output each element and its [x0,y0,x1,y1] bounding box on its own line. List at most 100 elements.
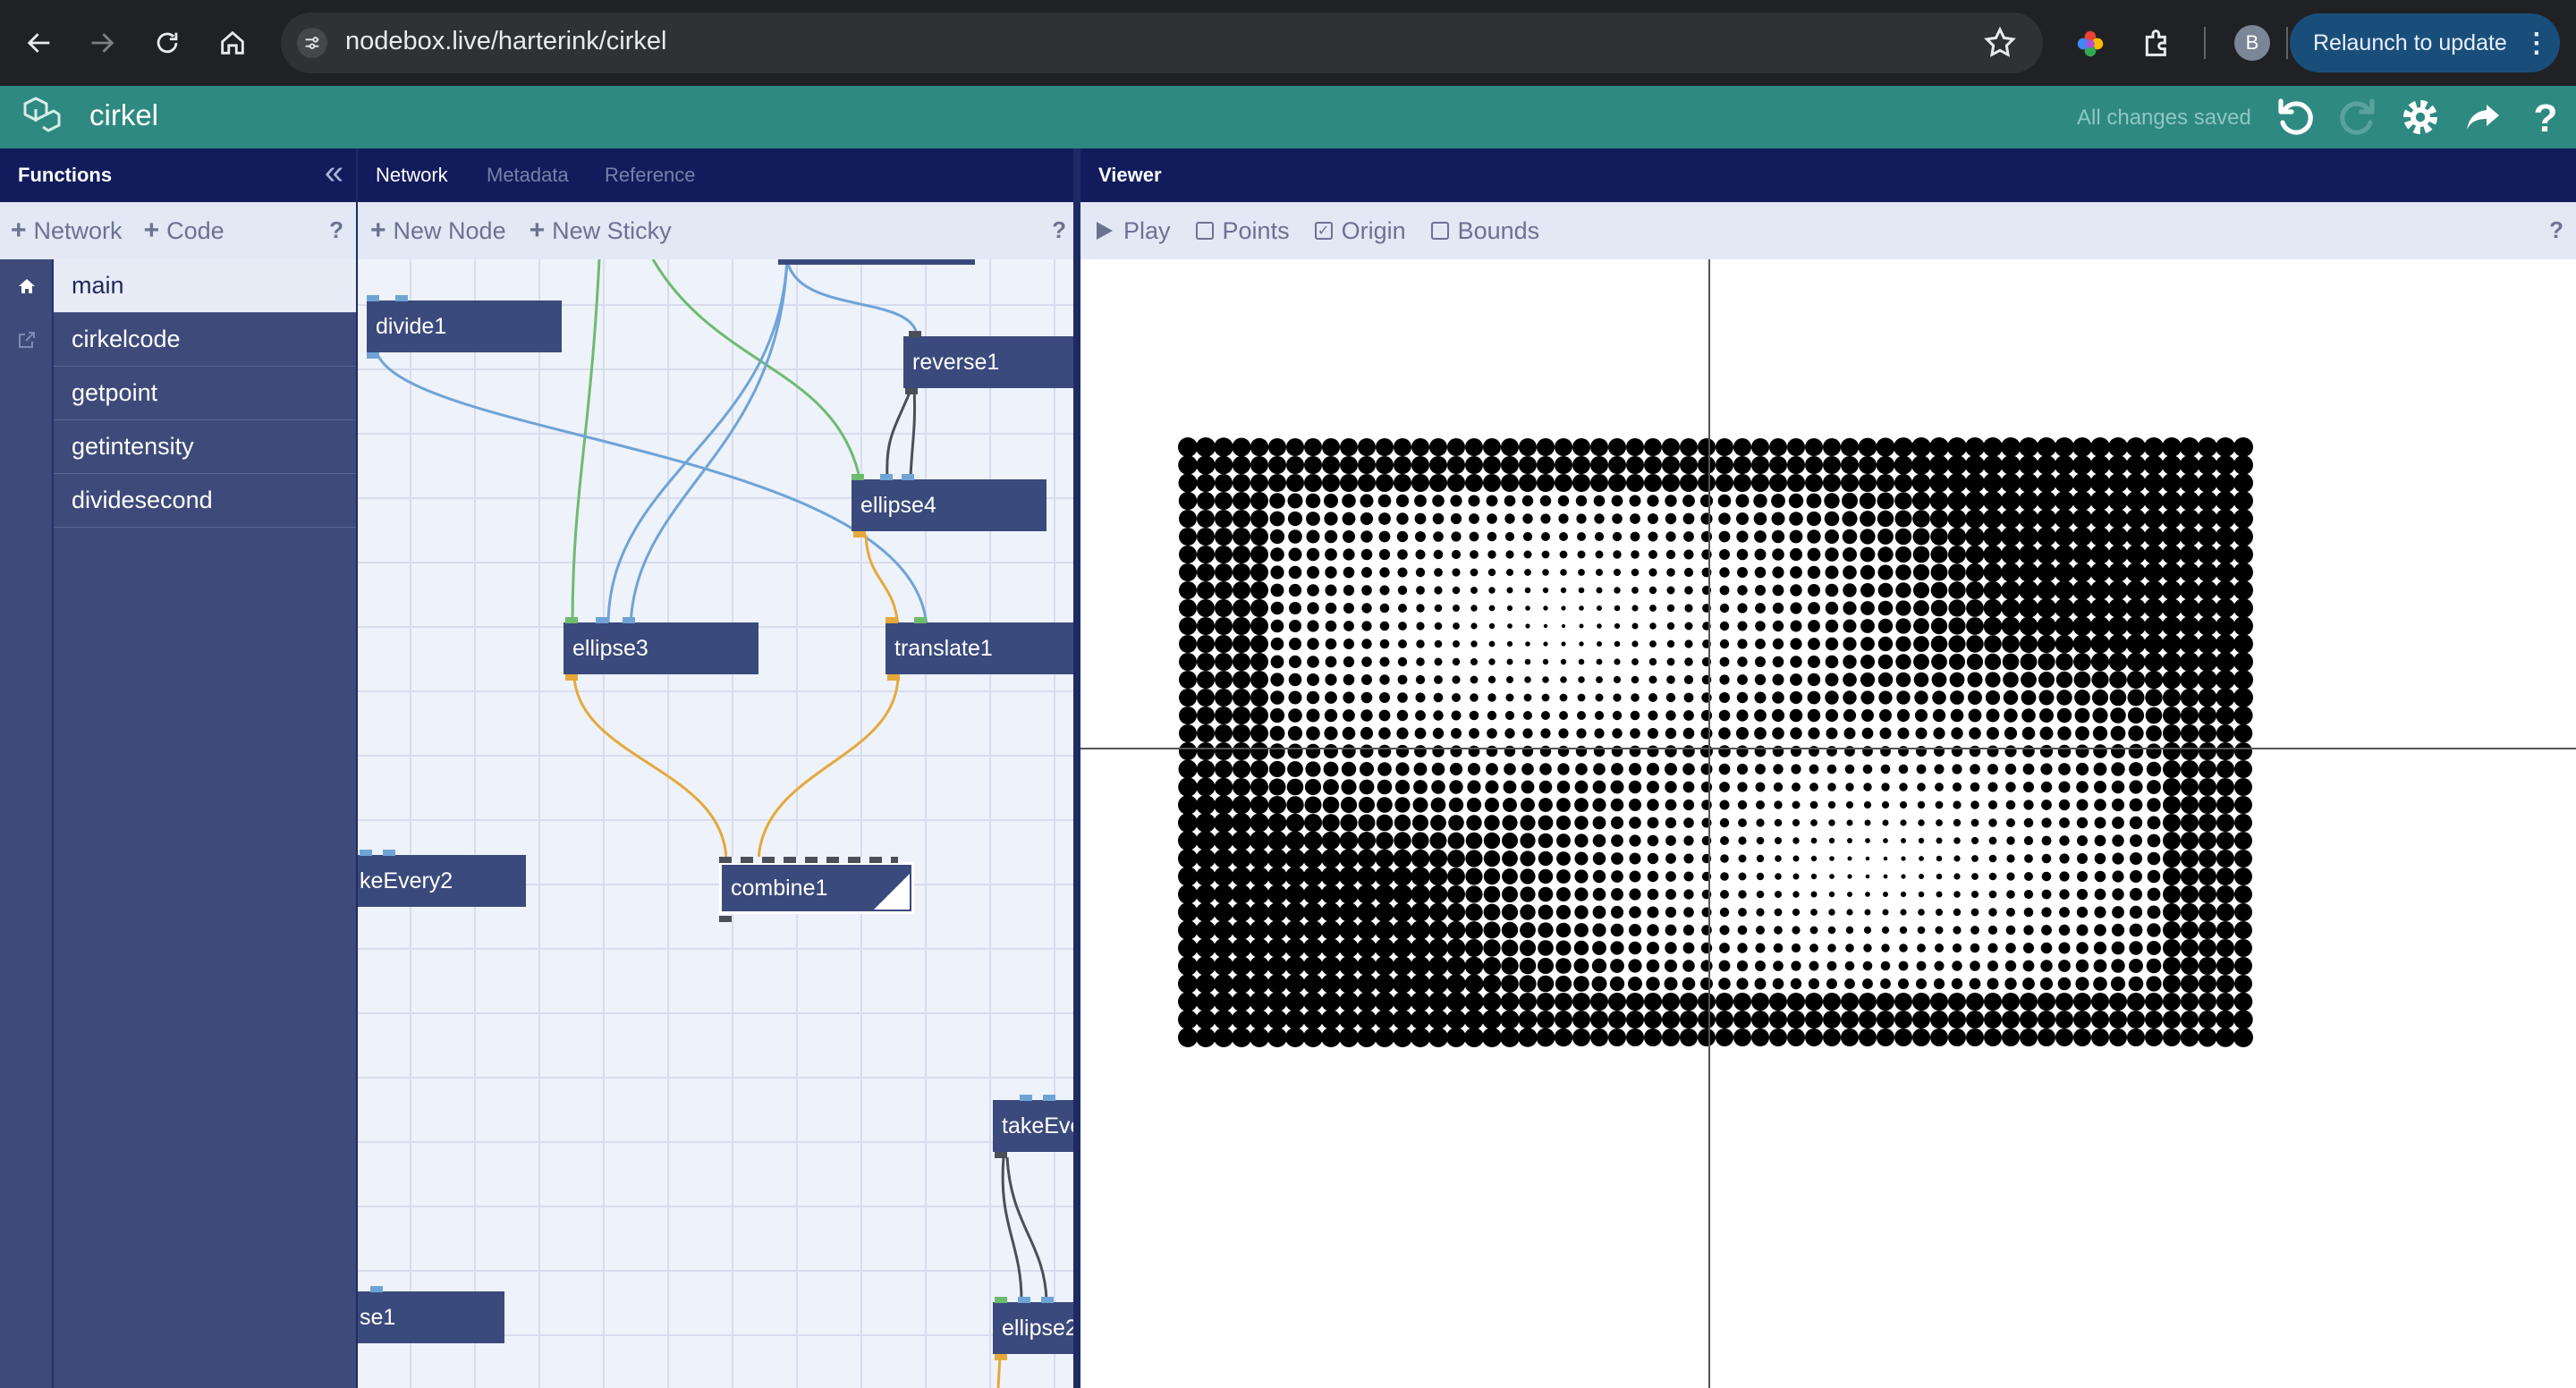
network-wires [374,259,1048,1388]
node-input-port[interactable] [596,617,608,623]
node-input-port[interactable] [1020,1095,1032,1101]
functions-help-icon[interactable]: ? [329,216,343,244]
address-bar[interactable]: nodebox.live/harterink/cirkel [281,13,2043,73]
node-output-port[interactable] [887,674,900,681]
reload-icon[interactable] [146,21,189,64]
viewer-help-icon[interactable]: ? [2549,216,2563,244]
node-input-port[interactable] [1041,1297,1054,1303]
share-arrow-icon[interactable] [2462,96,2504,139]
settings-gear-icon[interactable] [2399,96,2442,139]
network-canvas[interactable]: divide1 reverse1 ellipse4 ellipse3 trans… [358,259,1079,1388]
node-output-port[interactable] [995,1354,1007,1360]
wire [629,259,789,627]
origin-checkbox[interactable]: ✓ Origin [1314,217,1406,245]
node-ellipse2[interactable]: ellipse2 [993,1302,1079,1354]
node-input-port[interactable] [395,295,408,301]
node-input-port[interactable] [623,617,635,623]
node-takeEvery-right[interactable]: takeEve [993,1100,1079,1152]
collapse-panel-icon[interactable]: « [325,154,343,192]
node-input-port[interactable] [909,331,921,337]
help-icon[interactable]: ? [2524,96,2567,139]
plus-icon: + [529,216,546,245]
node-reverse1[interactable]: reverse1 [903,336,1079,388]
extensions-puzzle-icon[interactable] [2140,25,2175,61]
node-translate1[interactable]: translate1 [886,622,1079,674]
node-combine1[interactable]: combine1 [719,862,914,914]
node-input-port[interactable] [852,474,864,480]
network-help-icon[interactable]: ? [1052,216,1066,244]
function-item-getintensity[interactable]: getintensity [54,420,356,474]
relaunch-button[interactable]: Relaunch to update ⋮ [2290,13,2560,72]
site-settings-icon[interactable] [297,28,327,58]
node-output-port[interactable] [905,388,918,394]
node-reverse-left[interactable]: se1 [358,1291,504,1343]
viewer-title: Viewer [1098,164,1162,186]
play-button[interactable]: Play [1095,217,1171,245]
render-flag-icon[interactable] [874,874,910,910]
redo-icon[interactable] [2336,96,2379,139]
home-icon[interactable] [16,275,38,297]
profile-avatar[interactable]: B [2234,25,2270,61]
bounds-checkbox-box[interactable] [1430,222,1449,240]
node-output-port[interactable] [995,1152,1007,1158]
new-sticky-button[interactable]: + New Sticky [530,216,672,246]
node-output-port[interactable] [853,531,866,537]
tab-metadata[interactable]: Metadata [469,148,587,202]
node-input-port[interactable] [367,295,379,301]
node-divide1[interactable]: divide1 [367,300,562,352]
functions-list: main cirkelcode getpoint getintensity di… [54,259,356,528]
node-input-port[interactable] [383,850,395,856]
external-link-icon[interactable] [16,329,38,351]
node-output-port[interactable] [565,674,578,681]
points-checkbox[interactable]: Points [1195,217,1290,245]
back-arrow-icon[interactable] [18,21,61,64]
node-ellipse3[interactable]: ellipse3 [564,622,758,674]
forward-arrow-icon[interactable] [80,21,123,64]
node-input-port[interactable] [1043,1095,1055,1101]
network-toolbar: + New Node + New Sticky ? [358,202,1079,259]
bookmark-star-icon[interactable] [1982,25,2018,61]
function-item-cirkelcode[interactable]: cirkelcode [54,313,356,367]
node-input-port[interactable] [370,1286,383,1292]
node-output-port[interactable] [719,916,732,922]
node-input-port[interactable] [360,850,372,856]
node-input-port[interactable] [1018,1297,1030,1303]
wire [996,1355,1002,1388]
new-network-button[interactable]: + Network [11,216,123,246]
node-input-port[interactable] [886,617,898,623]
tab-reference[interactable]: Reference [587,148,714,202]
node-label: se1 [360,1304,396,1330]
node-input-port[interactable] [880,474,893,480]
undo-icon[interactable] [2274,96,2317,139]
bounds-checkbox[interactable]: Bounds [1430,217,1539,245]
network-viewer-divider[interactable] [1073,148,1080,1388]
relaunch-label: Relaunch to update [2313,30,2507,55]
points-checkbox-box[interactable] [1195,222,1214,240]
color-extension-icon[interactable] [2073,27,2107,61]
viewer-canvas[interactable] [1080,259,2576,1388]
wire [374,348,928,627]
node-ellipse4[interactable]: ellipse4 [852,479,1046,531]
document-title[interactable]: cirkel [89,98,158,132]
function-item-getpoint[interactable]: getpoint [54,367,356,420]
wire [1001,1156,1023,1301]
origin-checkbox-box[interactable]: ✓ [1314,222,1333,240]
play-icon [1097,222,1113,240]
node-input-port[interactable] [902,474,914,480]
toolbar-separator [2204,27,2206,59]
new-code-button[interactable]: + Code [144,216,225,246]
viewer-toolbar: Play Points ✓ Origin Bounds ? [1080,202,2576,259]
tab-network[interactable]: Network [358,148,466,202]
node-output-port[interactable] [367,352,379,359]
function-item-main[interactable]: main [54,259,356,313]
node-takeEvery2[interactable]: keEvery2 [358,855,526,907]
home-icon[interactable] [211,21,254,64]
node-input-port[interactable] [719,857,898,863]
network-node[interactable] [778,259,975,265]
new-node-button[interactable]: + New Node [370,216,506,246]
node-input-port[interactable] [914,617,927,623]
function-item-dividesecond[interactable]: dividesecond [54,474,356,528]
url-text[interactable]: nodebox.live/harterink/cirkel [345,27,666,56]
node-input-port[interactable] [565,617,578,623]
node-input-port[interactable] [995,1297,1007,1303]
